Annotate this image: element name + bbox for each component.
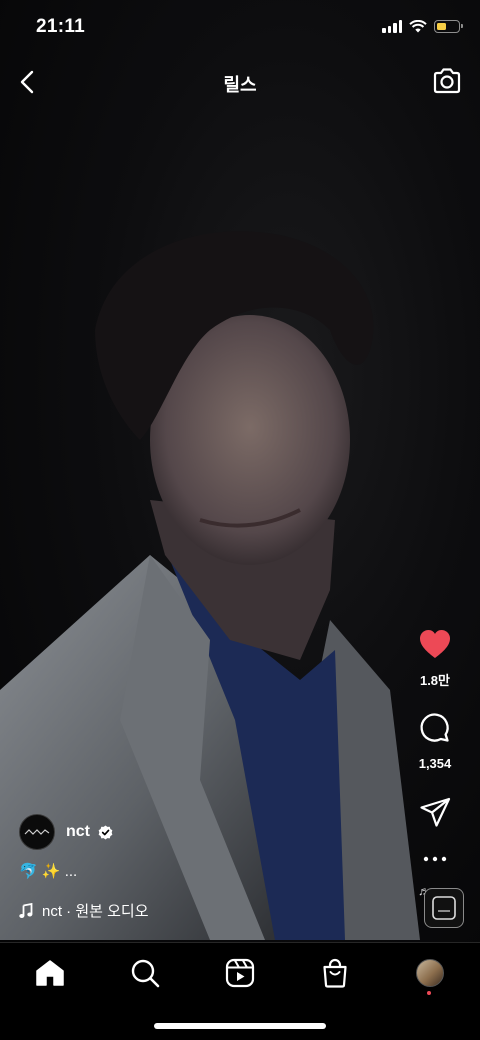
reels-icon[interactable] — [225, 958, 255, 988]
tab-home[interactable] — [34, 957, 66, 989]
bottom-tab-bar — [0, 942, 480, 1040]
audio-thumbnail[interactable] — [424, 888, 464, 928]
status-bar: 21:11 — [0, 0, 480, 56]
home-icon[interactable] — [35, 959, 65, 987]
music-note-icon — [19, 902, 33, 918]
username[interactable]: nct — [66, 823, 90, 841]
cell-signal-icon — [382, 20, 402, 33]
shop-icon[interactable] — [321, 958, 349, 988]
page-title: 릴스 — [223, 75, 257, 95]
audio-cover-icon — [432, 896, 456, 920]
wifi-icon — [409, 20, 427, 33]
top-nav: 릴스 — [0, 56, 480, 110]
share-action[interactable] — [390, 796, 480, 833]
verified-badge-icon — [98, 824, 113, 840]
audio-label: nct · 원본 오디오 — [42, 903, 149, 920]
heart-icon[interactable] — [418, 628, 452, 660]
notification-dot — [427, 991, 431, 995]
profile-avatar[interactable] — [416, 959, 444, 987]
comment-action[interactable]: 1,354 — [390, 712, 480, 771]
account-row[interactable]: nct — [19, 814, 113, 850]
comment-count: 1,354 — [418, 756, 452, 771]
tab-shop[interactable] — [319, 957, 351, 989]
home-indicator — [154, 1023, 326, 1029]
like-action[interactable]: 1.8만 — [390, 628, 480, 689]
status-time: 21:11 — [36, 16, 86, 37]
tab-search[interactable] — [129, 957, 161, 989]
tab-profile[interactable] — [414, 957, 446, 995]
more-icon[interactable] — [423, 855, 447, 863]
comment-icon[interactable] — [418, 712, 452, 746]
nct-avatar[interactable] — [19, 814, 55, 850]
more-action[interactable] — [390, 850, 480, 868]
search-icon[interactable] — [130, 958, 160, 988]
caption[interactable]: 🐬 ✨ ... — [19, 862, 77, 880]
audio-info[interactable]: nct · 원본 오디오 — [19, 900, 149, 921]
like-count: 1.8만 — [419, 673, 451, 688]
tab-reels[interactable] — [224, 957, 256, 989]
battery-icon — [434, 20, 463, 33]
share-icon[interactable] — [419, 796, 451, 828]
camera-icon[interactable] — [432, 66, 462, 96]
nct-logo-icon — [24, 829, 50, 835]
